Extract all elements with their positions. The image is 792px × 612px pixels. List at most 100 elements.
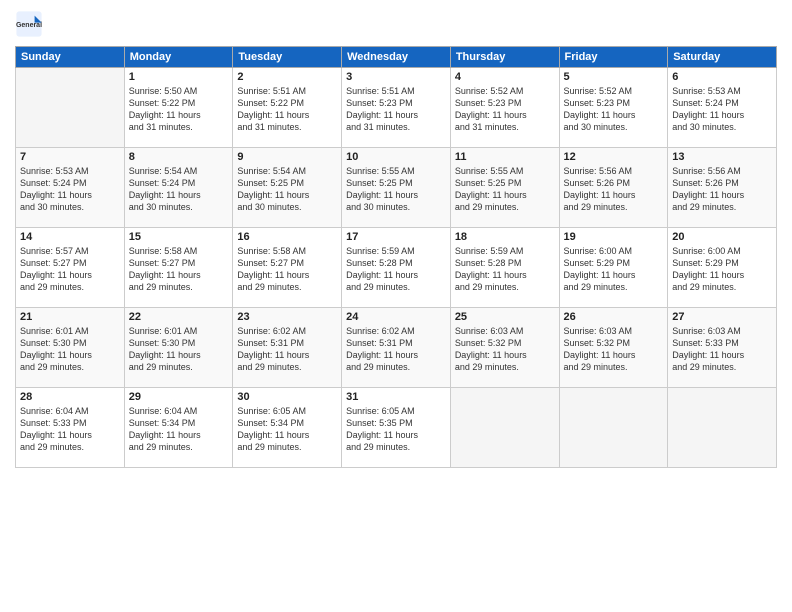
- day-info: Sunrise: 6:02 AM Sunset: 5:31 PM Dayligh…: [237, 325, 337, 374]
- day-number: 21: [20, 311, 120, 323]
- calendar-cell: 20Sunrise: 6:00 AM Sunset: 5:29 PM Dayli…: [668, 228, 777, 308]
- calendar-table: SundayMondayTuesdayWednesdayThursdayFrid…: [15, 46, 777, 468]
- day-info: Sunrise: 6:01 AM Sunset: 5:30 PM Dayligh…: [129, 325, 229, 374]
- calendar-header-tuesday: Tuesday: [233, 47, 342, 68]
- calendar-header-row: SundayMondayTuesdayWednesdayThursdayFrid…: [16, 47, 777, 68]
- calendar-header-saturday: Saturday: [668, 47, 777, 68]
- day-number: 13: [672, 151, 772, 163]
- calendar-cell: 4 Sunrise: 5:52 AM Sunset: 5:23 PM Daylig…: [450, 68, 559, 148]
- day-number: 7: [20, 151, 120, 163]
- day-info: Sunrise: 6:01 AM Sunset: 5:30 PM Dayligh…: [20, 325, 120, 374]
- day-info: Sunrise: 6:04 AM Sunset: 5:33 PM Dayligh…: [20, 405, 120, 454]
- day-info: Sunrise: 5:53 AM Sunset: 5:24 PM Dayligh…: [672, 85, 772, 134]
- calendar-cell: 17 Sunrise: 5:59 AM Sunset: 5:28 PM Dayli…: [342, 228, 451, 308]
- calendar-cell: 23 Sunrise: 6:02 AM Sunset: 5:31 PM Dayli…: [233, 308, 342, 388]
- calendar-week-4: 21 Sunrise: 6:01 AM Sunset: 5:30 PM Dayli…: [16, 308, 777, 388]
- calendar-cell: 12 Sunrise: 5:56 AM Sunset: 5:26 PM Dayli…: [559, 148, 668, 228]
- day-info: Sunrise: 6:02 AM Sunset: 5:31 PM Dayligh…: [346, 325, 446, 374]
- calendar-cell: 18Sunrise: 5:59 AM Sunset: 5:28 PM Dayli…: [450, 228, 559, 308]
- calendar-cell: 28 Sunrise: 6:04 AM Sunset: 5:33 PM Dayli…: [16, 388, 125, 468]
- day-info: Sunrise: 6:00 AM Sunset: 5:29 PM Dayligh…: [672, 245, 772, 294]
- day-number: 6: [672, 71, 772, 83]
- calendar-week-1: 1 Sunrise: 5:50 AM Sunset: 5:22 PM Daylig…: [16, 68, 777, 148]
- day-info: Sunrise: 5:52 AM Sunset: 5:23 PM Dayligh…: [455, 85, 555, 134]
- day-number: 30: [237, 391, 337, 403]
- day-number: 28: [20, 391, 120, 403]
- day-number: 2: [237, 71, 337, 83]
- calendar-cell: 13 Sunrise: 5:56 AM Sunset: 5:26 PM Dayli…: [668, 148, 777, 228]
- calendar-cell: 1 Sunrise: 5:50 AM Sunset: 5:22 PM Daylig…: [124, 68, 233, 148]
- calendar-cell: 30 Sunrise: 6:05 AM Sunset: 5:34 PM Dayli…: [233, 388, 342, 468]
- calendar-cell: 31Sunrise: 6:05 AM Sunset: 5:35 PM Dayli…: [342, 388, 451, 468]
- day-number: 25: [455, 311, 555, 323]
- calendar-week-3: 14Sunrise: 5:57 AM Sunset: 5:27 PM Dayli…: [16, 228, 777, 308]
- day-info: Sunrise: 5:59 AM Sunset: 5:28 PM Dayligh…: [455, 245, 555, 294]
- day-number: 22: [129, 311, 229, 323]
- day-info: Sunrise: 5:58 AM Sunset: 5:27 PM Dayligh…: [237, 245, 337, 294]
- calendar-cell: [16, 68, 125, 148]
- day-number: 15: [129, 231, 229, 243]
- day-info: Sunrise: 6:03 AM Sunset: 5:32 PM Dayligh…: [564, 325, 664, 374]
- calendar-cell: [559, 388, 668, 468]
- day-number: 5: [564, 71, 664, 83]
- logo-icon: General: [15, 10, 43, 38]
- calendar-cell: 21 Sunrise: 6:01 AM Sunset: 5:30 PM Dayli…: [16, 308, 125, 388]
- calendar-cell: 7 Sunrise: 5:53 AM Sunset: 5:24 PM Daylig…: [16, 148, 125, 228]
- calendar-cell: 29Sunrise: 6:04 AM Sunset: 5:34 PM Dayli…: [124, 388, 233, 468]
- day-number: 26: [564, 311, 664, 323]
- calendar-cell: 25 Sunrise: 6:03 AM Sunset: 5:32 PM Dayli…: [450, 308, 559, 388]
- calendar-cell: 26 Sunrise: 6:03 AM Sunset: 5:32 PM Dayli…: [559, 308, 668, 388]
- calendar-cell: 22 Sunrise: 6:01 AM Sunset: 5:30 PM Dayli…: [124, 308, 233, 388]
- day-number: 3: [346, 71, 446, 83]
- day-info: Sunrise: 6:03 AM Sunset: 5:32 PM Dayligh…: [455, 325, 555, 374]
- calendar-page: General SundayMondayTuesdayWednesdayThur…: [0, 0, 792, 612]
- day-number: 4: [455, 71, 555, 83]
- day-number: 23: [237, 311, 337, 323]
- day-info: Sunrise: 6:05 AM Sunset: 5:34 PM Dayligh…: [237, 405, 337, 454]
- day-number: 12: [564, 151, 664, 163]
- calendar-cell: 11 Sunrise: 5:55 AM Sunset: 5:25 PM Dayli…: [450, 148, 559, 228]
- day-info: Sunrise: 5:59 AM Sunset: 5:28 PM Dayligh…: [346, 245, 446, 294]
- day-number: 14: [20, 231, 120, 243]
- calendar-week-2: 7 Sunrise: 5:53 AM Sunset: 5:24 PM Daylig…: [16, 148, 777, 228]
- calendar-cell: 3 Sunrise: 5:51 AM Sunset: 5:23 PM Daylig…: [342, 68, 451, 148]
- day-number: 17: [346, 231, 446, 243]
- day-number: 9: [237, 151, 337, 163]
- day-number: 11: [455, 151, 555, 163]
- day-number: 8: [129, 151, 229, 163]
- calendar-header-sunday: Sunday: [16, 47, 125, 68]
- calendar-cell: 10Sunrise: 5:55 AM Sunset: 5:25 PM Dayli…: [342, 148, 451, 228]
- calendar-cell: [450, 388, 559, 468]
- calendar-cell: 19 Sunrise: 6:00 AM Sunset: 5:29 PM Dayli…: [559, 228, 668, 308]
- day-info: Sunrise: 5:56 AM Sunset: 5:26 PM Dayligh…: [564, 165, 664, 214]
- day-info: Sunrise: 5:51 AM Sunset: 5:23 PM Dayligh…: [346, 85, 446, 134]
- calendar-cell: 24 Sunrise: 6:02 AM Sunset: 5:31 PM Dayli…: [342, 308, 451, 388]
- day-info: Sunrise: 6:03 AM Sunset: 5:33 PM Dayligh…: [672, 325, 772, 374]
- day-info: Sunrise: 5:56 AM Sunset: 5:26 PM Dayligh…: [672, 165, 772, 214]
- calendar-cell: 8 Sunrise: 5:54 AM Sunset: 5:24 PM Daylig…: [124, 148, 233, 228]
- day-info: Sunrise: 5:52 AM Sunset: 5:23 PM Dayligh…: [564, 85, 664, 134]
- day-info: Sunrise: 5:58 AM Sunset: 5:27 PM Dayligh…: [129, 245, 229, 294]
- calendar-cell: 5 Sunrise: 5:52 AM Sunset: 5:23 PM Daylig…: [559, 68, 668, 148]
- day-number: 24: [346, 311, 446, 323]
- calendar-cell: 14Sunrise: 5:57 AM Sunset: 5:27 PM Dayli…: [16, 228, 125, 308]
- day-info: Sunrise: 5:55 AM Sunset: 5:25 PM Dayligh…: [455, 165, 555, 214]
- day-number: 1: [129, 71, 229, 83]
- day-number: 27: [672, 311, 772, 323]
- day-info: Sunrise: 5:54 AM Sunset: 5:25 PM Dayligh…: [237, 165, 337, 214]
- day-info: Sunrise: 5:53 AM Sunset: 5:24 PM Dayligh…: [20, 165, 120, 214]
- day-number: 19: [564, 231, 664, 243]
- day-number: 29: [129, 391, 229, 403]
- day-info: Sunrise: 6:05 AM Sunset: 5:35 PM Dayligh…: [346, 405, 446, 454]
- calendar-cell: 2Sunrise: 5:51 AM Sunset: 5:22 PM Daylig…: [233, 68, 342, 148]
- logo: General: [15, 10, 47, 38]
- day-info: Sunrise: 6:00 AM Sunset: 5:29 PM Dayligh…: [564, 245, 664, 294]
- page-header: General: [15, 10, 777, 38]
- day-info: Sunrise: 5:54 AM Sunset: 5:24 PM Dayligh…: [129, 165, 229, 214]
- calendar-cell: [668, 388, 777, 468]
- calendar-cell: 16Sunrise: 5:58 AM Sunset: 5:27 PM Dayli…: [233, 228, 342, 308]
- calendar-cell: 6 Sunrise: 5:53 AM Sunset: 5:24 PM Daylig…: [668, 68, 777, 148]
- day-info: Sunrise: 5:55 AM Sunset: 5:25 PM Dayligh…: [346, 165, 446, 214]
- calendar-cell: 9 Sunrise: 5:54 AM Sunset: 5:25 PM Daylig…: [233, 148, 342, 228]
- day-info: Sunrise: 5:50 AM Sunset: 5:22 PM Dayligh…: [129, 85, 229, 134]
